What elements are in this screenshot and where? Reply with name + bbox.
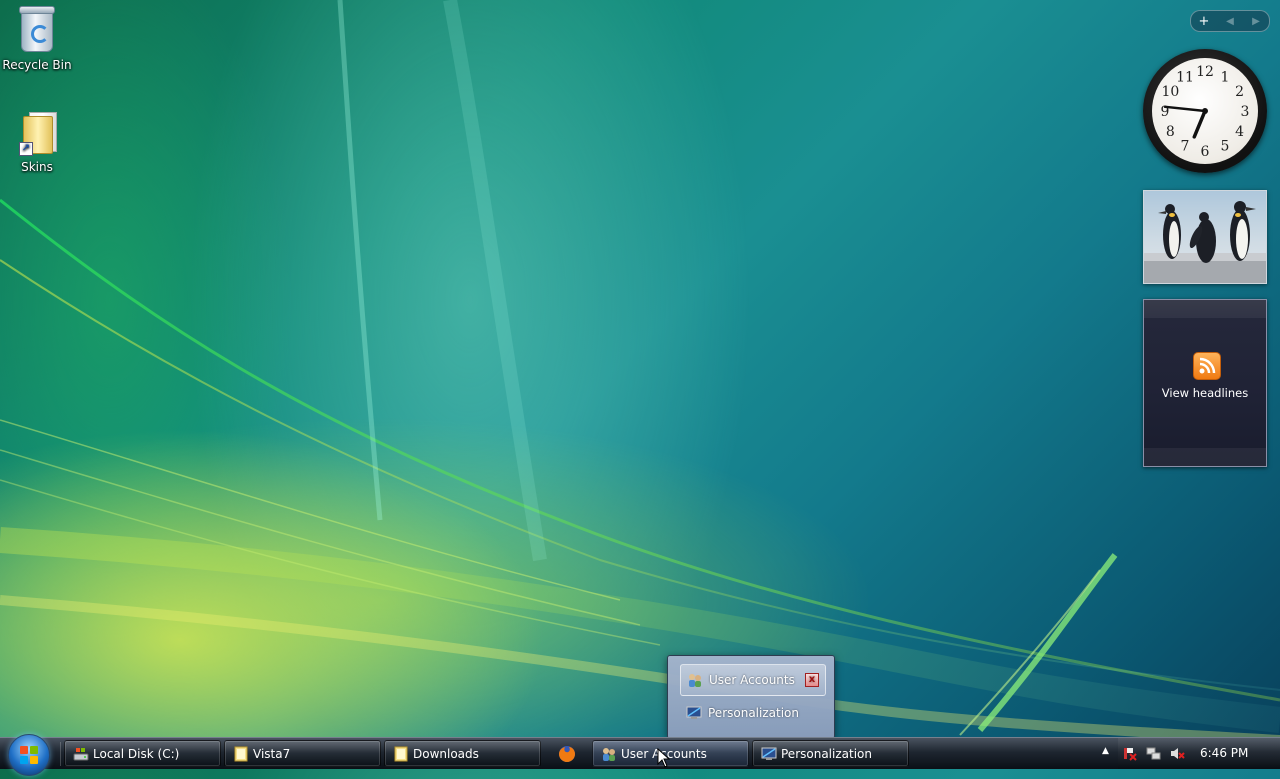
clock-number: 5 (1221, 139, 1230, 155)
feed-header-bar (1144, 300, 1266, 318)
wallpaper-aurora (0, 0, 1280, 745)
folder-icon (394, 746, 408, 761)
clock-face: 12 1 2 3 4 5 6 7 8 9 10 11 (1152, 58, 1258, 164)
taskbar-button-label: Vista7 (253, 746, 291, 761)
desktop-icon-recycle-bin[interactable]: Recycle Bin (1, 6, 73, 72)
windows-logo-icon (20, 746, 38, 764)
clock-number: 12 (1196, 64, 1214, 80)
taskbar-button-personalization[interactable]: Personalization (752, 740, 909, 767)
network-icon[interactable] (1146, 746, 1161, 761)
close-window-button[interactable]: x (805, 673, 819, 687)
taskbar-clock[interactable]: 6:46 PM (1200, 746, 1248, 760)
show-hidden-icons-button[interactable]: ▲ (1102, 746, 1109, 756)
clock-number: 7 (1181, 139, 1190, 155)
taskbar-button-local-disk[interactable]: Local Disk (C:) (64, 740, 221, 767)
clock-hour-hand (1192, 109, 1207, 139)
user-accounts-icon (603, 747, 615, 761)
feed-footer-bar (1144, 448, 1266, 466)
clock-number: 11 (1176, 69, 1194, 85)
clock-gadget[interactable]: 12 1 2 3 4 5 6 7 8 9 10 11 (1143, 49, 1267, 173)
desktop-icon-label: Skins (21, 160, 53, 174)
clock-dial: 12 1234567891011 (1161, 64, 1250, 160)
taskbar-button-label: Personalization (781, 746, 872, 761)
slideshow-gadget[interactable] (1143, 190, 1267, 284)
taskbar-button-label: Local Disk (C:) (93, 746, 180, 761)
popup-item-user-accounts[interactable]: User Accounts x (680, 664, 826, 696)
next-gadgets-button[interactable]: ▶ (1243, 16, 1269, 27)
personalization-icon (761, 747, 777, 760)
taskbar-button-label: Downloads (413, 746, 479, 761)
quicklaunch-firefox[interactable] (557, 744, 577, 764)
volume-muted-icon[interactable] (1170, 746, 1185, 761)
clock-center (1202, 108, 1208, 114)
mouse-cursor (657, 748, 671, 768)
view-headlines-link[interactable]: View headlines (1144, 386, 1266, 400)
taskbar: Local Disk (C:) Vista7 Downloads User Ac… (0, 734, 1280, 776)
taskbar-group-popup: User Accounts x Personalization (667, 655, 835, 739)
folder-icon (234, 746, 248, 761)
desktop-icon-label: Recycle Bin (2, 58, 72, 72)
firefox-icon (559, 746, 575, 762)
drive-icon (73, 747, 89, 760)
security-alert-icon[interactable] (1122, 746, 1137, 761)
clock-number: 10 (1161, 84, 1179, 100)
popup-item-label: Personalization (708, 706, 799, 720)
desktop-icon-skins[interactable]: ↗ Skins (1, 112, 73, 174)
popup-item-personalization[interactable]: Personalization (680, 698, 824, 728)
taskbar-button-downloads[interactable]: Downloads (384, 740, 541, 767)
start-button[interactable] (8, 734, 50, 776)
feed-headlines-gadget[interactable]: View headlines (1143, 299, 1267, 467)
system-tray: ▲ (1102, 738, 1280, 769)
recycle-bin-icon (17, 6, 57, 56)
clock-number: 3 (1241, 104, 1250, 120)
popup-item-label: User Accounts (709, 673, 795, 687)
rss-icon (1193, 352, 1221, 380)
prev-gadgets-button[interactable]: ◀ (1217, 16, 1243, 27)
user-accounts-icon (689, 674, 701, 687)
clock-minute-hand (1163, 105, 1207, 113)
personalization-icon (686, 706, 702, 719)
clock-number: 1 (1221, 69, 1230, 85)
folder-shortcut-icon: ↗ (17, 112, 57, 158)
taskbar-button-vista7[interactable]: Vista7 (224, 740, 381, 767)
sidebar-controls: + ◀ ▶ (1190, 10, 1270, 32)
penguins-photo (1144, 201, 1266, 283)
clock-number: 4 (1235, 124, 1244, 140)
clock-number: 2 (1235, 84, 1244, 100)
add-gadget-button[interactable]: + (1191, 14, 1217, 29)
clock-number: 8 (1166, 124, 1175, 140)
clock-number: 6 (1201, 144, 1210, 160)
